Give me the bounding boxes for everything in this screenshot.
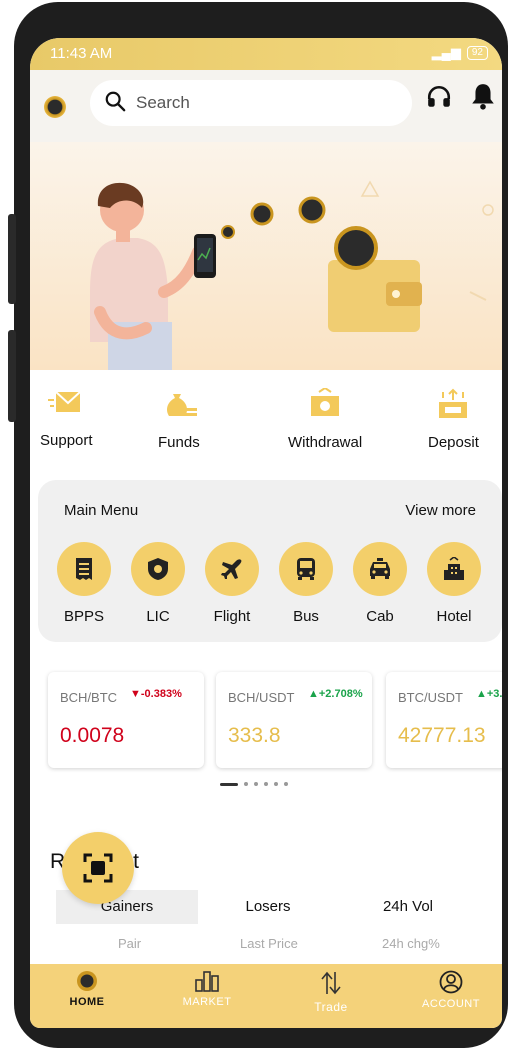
menu-item-flight[interactable]: Flight [204,542,260,625]
volume-up-button [8,214,16,304]
quick-action-label: Support [40,432,93,449]
menu-item-label: LIC [146,608,170,625]
nav-label: Trade [314,1000,348,1014]
quick-action-label: Funds [158,434,200,451]
search-icon [105,91,126,112]
ticker-pair: BCH/USDT [228,690,295,705]
status-icons: ▂▄▆ 92 [432,45,488,61]
ticker-card[interactable]: BCH/BTC ▼-0.383% 0.0078 [48,672,204,768]
user-circle-icon [439,970,463,994]
ticker-pair: BTC/USDT [398,690,463,705]
ticker-pair: BCH/BTC [60,690,118,705]
ranking-columns: Pair Last Price 24h chg% [56,936,476,958]
menu-item-label: BPPS [63,608,105,625]
bell-icon[interactable] [470,82,496,110]
status-bar: 11:43 AM ▂▄▆ 92 [30,38,502,70]
quick-action-label: Withdrawal [288,434,363,451]
view-more-link[interactable]: View more [405,502,476,519]
volume-down-button [8,330,16,422]
bottom-nav: HOME MARKET Trade ACCOUNT [30,964,502,1028]
quick-action-label: Deposit [428,434,479,451]
status-time: 11:43 AM [50,45,113,62]
quick-action-withdrawal[interactable]: Withdrawal [288,388,362,451]
carousel-dot-active [220,782,238,786]
ticker-price: 42777.13 [398,724,486,747]
menu-item-bus[interactable]: Bus [278,542,334,625]
search-header [30,70,502,142]
airplane-icon [221,559,242,579]
carousel-dot [244,782,248,786]
main-menu-card: Main Menu View more BPPS LIC Flight Bus … [38,480,502,642]
nav-home[interactable]: HOME [42,970,132,1008]
nav-label: HOME [69,996,105,1008]
shield-icon [148,558,168,580]
withdraw-money-icon [311,388,340,416]
menu-item-label: Bus [293,608,319,625]
ticker-card[interactable]: BTC/USDT ▲+3.0 42777.13 [386,672,502,768]
quick-action-funds[interactable]: Funds [158,388,200,451]
envelope-send-icon [48,391,81,412]
menu-item-label: Cab [366,608,394,625]
headphones-icon[interactable] [426,84,452,110]
menu-item-bpps[interactable]: BPPS [56,542,112,625]
menu-item-hotel[interactable]: Hotel [426,542,482,625]
money-bag-icon [166,394,197,416]
quick-action-deposit[interactable]: Deposit [428,388,479,451]
ticker-card[interactable]: BCH/USDT ▲+2.708% 333.8 [216,672,372,768]
tab-24h-vol[interactable]: 24h Vol [338,890,478,924]
signal-icon: ▂▄▆ [431,45,461,60]
menu-item-lic[interactable]: LIC [130,542,186,625]
carousel-dot [284,782,288,786]
quick-action-support[interactable]: Support [40,388,93,449]
app-screen: 11:43 AM ▂▄▆ 92 Search Support Funds Wit… [30,38,502,1028]
hotel-icon [444,557,464,580]
column-24h-change: 24h chg% [382,936,440,951]
carousel-indicator [220,782,288,786]
ticker-price: 0.0078 [60,724,125,747]
car-icon [370,558,390,579]
bar-chart-icon [195,971,219,992]
coin-logo-icon [77,971,97,991]
nav-market[interactable]: MARKET [162,970,252,1008]
scan-icon [83,853,113,883]
app-logo-icon[interactable] [44,96,66,118]
nav-label: MARKET [182,996,232,1008]
main-menu-title: Main Menu [64,502,139,519]
banner-illustration [90,180,494,370]
receipt-icon [76,558,92,580]
nav-label: ACCOUNT [422,998,480,1010]
column-last-price: Last Price [240,936,298,951]
search-input[interactable] [136,89,396,117]
carousel-dot [254,782,258,786]
menu-item-cab[interactable]: Cab [352,542,408,625]
ticker-change: ▼-0.383% [130,688,182,700]
ticker-price: 333.8 [228,724,281,747]
swap-arrows-icon [321,971,341,995]
battery-icon: 92 [466,46,488,60]
scan-button[interactable] [62,832,134,904]
column-pair: Pair [118,936,142,951]
carousel-dot [264,782,268,786]
bus-icon [297,558,315,580]
menu-item-label: Hotel [436,608,472,625]
nav-trade[interactable]: Trade [286,970,376,1014]
quick-actions: Support Funds Withdrawal Deposit [30,378,502,468]
menu-item-label: Flight [213,608,251,625]
promo-banner[interactable] [30,142,502,370]
carousel-dot [274,782,278,786]
search-bar[interactable] [90,80,412,126]
ticker-change: ▲+2.708% [308,688,363,700]
ticker-change: ▲+3.0 [476,688,502,700]
ticker-carousel[interactable]: BCH/BTC ▼-0.383% 0.0078 BCH/USDT ▲+2.708… [30,670,502,800]
tab-losers[interactable]: Losers [198,890,338,924]
deposit-icon [439,388,468,418]
nav-account[interactable]: ACCOUNT [406,970,496,1010]
